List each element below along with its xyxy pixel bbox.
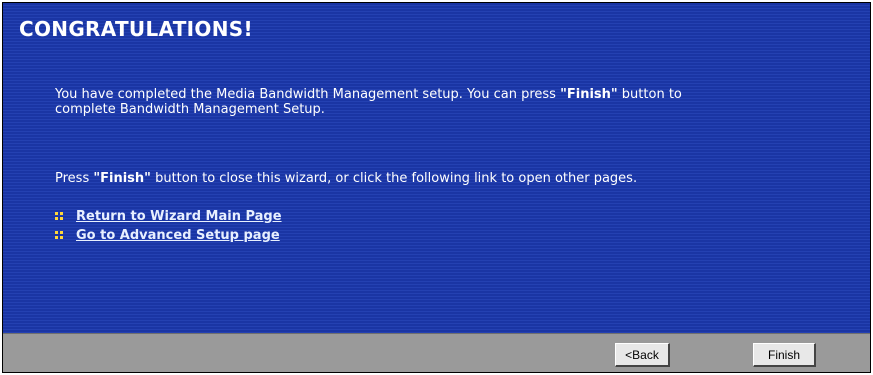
finish-button[interactable]: Finish	[753, 343, 816, 367]
wizard-window: CONGRATULATIONS! You have completed the …	[2, 2, 871, 373]
return-to-wizard-main-link[interactable]: Return to Wizard Main Page	[76, 209, 282, 224]
wizard-content-panel: CONGRATULATIONS! You have completed the …	[3, 3, 870, 333]
completion-message-suffix: button to	[617, 87, 682, 102]
instruction-message-finish-emphasis: "Finish"	[93, 171, 151, 186]
bullet-dots-icon	[55, 230, 64, 240]
instruction-message-prefix: Press	[55, 171, 94, 186]
instruction-message-suffix: button to close this wizard, or click th…	[150, 171, 638, 186]
back-button[interactable]: <Back	[615, 343, 670, 367]
completion-message-finish-emphasis: "Finish"	[560, 87, 618, 102]
page-title: CONGRATULATIONS!	[19, 17, 253, 41]
completion-message-line2: complete Bandwidth Management Setup.	[55, 102, 325, 117]
completion-message: You have completed the Media Bandwidth M…	[55, 87, 682, 117]
instruction-message: Press "Finish" button to close this wiza…	[55, 171, 637, 186]
bullet-dots-icon	[55, 211, 64, 221]
wizard-button-bar: <Back Finish	[3, 333, 870, 372]
completion-message-prefix: You have completed the Media Bandwidth M…	[55, 87, 561, 102]
link-row-wizard-main: Return to Wizard Main Page	[55, 208, 282, 224]
link-row-advanced-setup: Go to Advanced Setup page	[55, 227, 280, 243]
advanced-setup-link[interactable]: Go to Advanced Setup page	[76, 228, 280, 243]
